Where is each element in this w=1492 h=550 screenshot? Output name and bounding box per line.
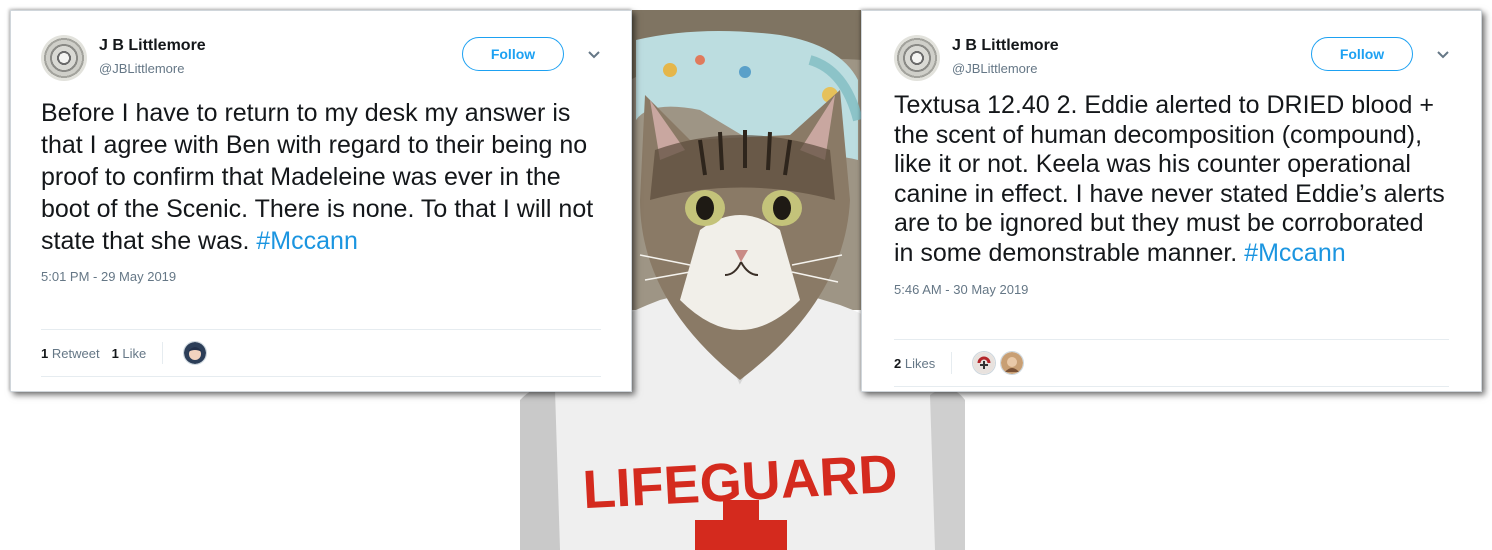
follow-button[interactable]: Follow [462, 37, 564, 71]
hashtag-link[interactable]: #Mccann [1244, 239, 1345, 267]
tweet-text: Textusa 12.40 2. Eddie alerted to DRIED … [894, 91, 1449, 268]
tweet-stats: 2 Likes [894, 339, 1449, 387]
follow-button[interactable]: Follow [1311, 37, 1413, 71]
tweet-header: J B Littlemore @JBLittlemore Follow [41, 35, 601, 87]
tweet-card: J B Littlemore @JBLittlemore Follow Text… [861, 10, 1482, 392]
tweet-card: J B Littlemore @JBLittlemore Follow Befo… [10, 10, 632, 392]
chevron-down-icon[interactable] [1434, 45, 1452, 63]
author-handle[interactable]: @JBLittlemore [952, 61, 1037, 76]
liker-avatar[interactable] [183, 341, 208, 365]
tweet-body: Textusa 12.40 2. Eddie alerted to DRIED … [894, 91, 1445, 267]
chevron-down-icon[interactable] [585, 45, 603, 63]
retweet-stat[interactable]: 1 Retweet [41, 346, 100, 361]
author-avatar[interactable] [894, 35, 940, 81]
author-handle[interactable]: @JBLittlemore [99, 61, 184, 76]
author-name[interactable]: J B Littlemore [952, 37, 1059, 55]
like-stat[interactable]: 2 Likes [894, 356, 935, 371]
tweet-header: J B Littlemore @JBLittlemore Follow [894, 35, 1449, 87]
like-stat[interactable]: 1 Like [112, 346, 147, 361]
like-count: 1 [111, 345, 119, 361]
retweet-label: Retweet [51, 345, 100, 361]
like-count: 2 [894, 355, 902, 371]
liker-avatar[interactable] [972, 351, 997, 375]
hashtag-link[interactable]: #Mccann [256, 227, 357, 255]
tweet-timestamp[interactable]: 5:46 AM - 30 May 2019 [894, 282, 1449, 297]
author-avatar[interactable] [41, 35, 87, 81]
author-name[interactable]: J B Littlemore [99, 37, 206, 55]
like-label: Like [122, 345, 147, 361]
tweet-text: Before I have to return to my desk my an… [41, 97, 601, 257]
retweet-count: 1 [41, 345, 49, 361]
liker-avatar[interactable] [1000, 351, 1025, 375]
like-label: Likes [904, 355, 936, 371]
tweet-timestamp[interactable]: 5:01 PM - 29 May 2019 [41, 269, 601, 284]
tweet-stats: 1 Retweet 1 Like [41, 329, 601, 377]
